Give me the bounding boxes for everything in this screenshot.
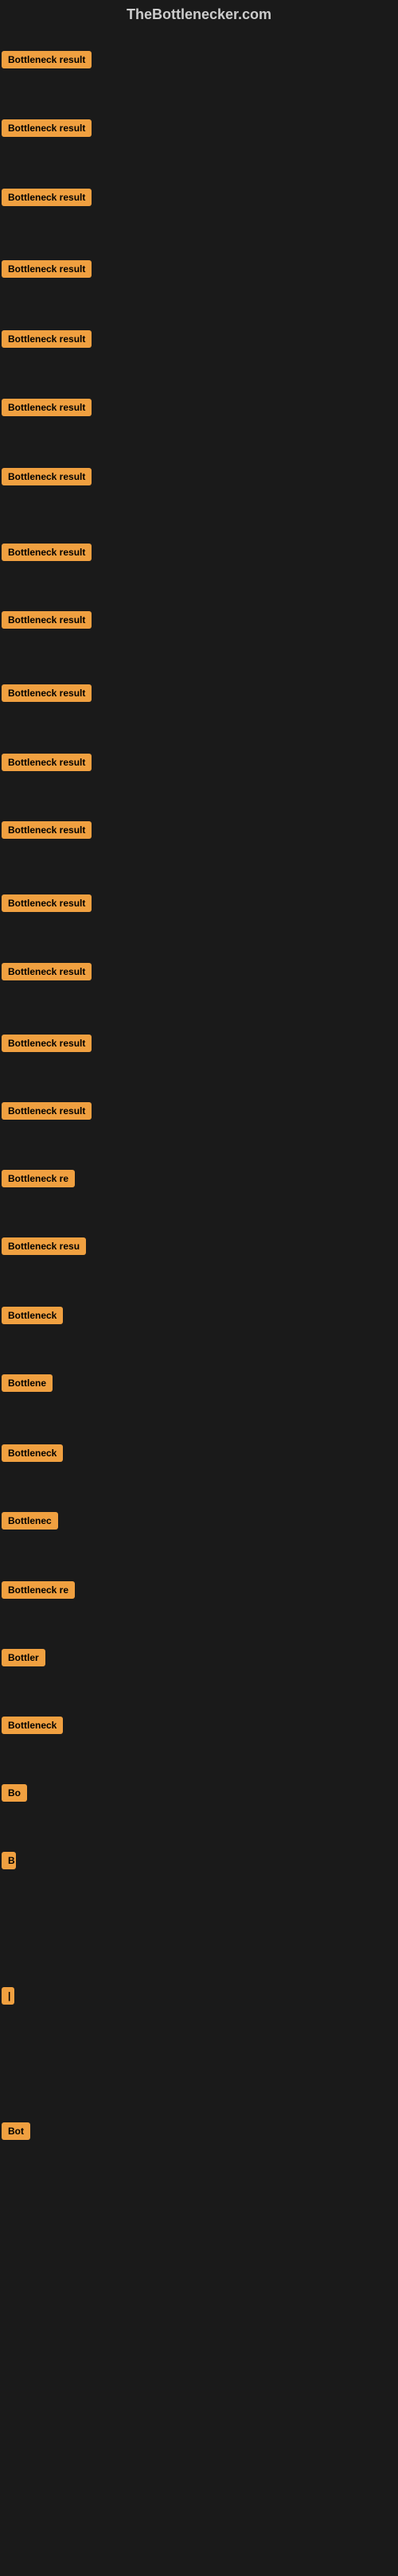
bottleneck-badge: Bottleneck re [2,1581,75,1599]
bottleneck-item-18: Bottleneck resu [2,1237,86,1259]
bottleneck-badge: Bottleneck result [2,821,92,839]
bottleneck-badge: Bottleneck result [2,189,92,206]
bottleneck-badge: Bot [2,2122,30,2140]
bottleneck-item-15: Bottleneck result [2,1035,92,1056]
bottleneck-item-11: Bottleneck result [2,754,92,775]
bottleneck-item-14: Bottleneck result [2,963,92,984]
bottleneck-badge: Bottleneck result [2,611,92,629]
bottleneck-item-28: | [2,1987,14,2009]
bottleneck-item-24: Bottler [2,1649,45,1670]
bottleneck-item-17: Bottleneck re [2,1170,75,1191]
bottleneck-item-25: Bottleneck [2,1717,63,1738]
bottleneck-badge: Bottleneck result [2,330,92,348]
bottleneck-badge: Bottler [2,1649,45,1666]
bottleneck-badge: Bottleneck result [2,684,92,702]
bottleneck-badge: Bottleneck result [2,544,92,561]
bottleneck-badge: Bottleneck result [2,1035,92,1052]
bottleneck-badge: Bo [2,1784,27,1802]
bottleneck-item-8: Bottleneck result [2,544,92,565]
bottleneck-badge: Bottleneck [2,1444,63,1462]
bottleneck-badge: Bottleneck result [2,754,92,771]
bottleneck-badge: Bottleneck result [2,468,92,485]
bottleneck-item-1: Bottleneck result [2,51,92,72]
bottleneck-badge: Bottleneck result [2,260,92,278]
bottleneck-item-3: Bottleneck result [2,189,92,210]
bottleneck-item-29: Bot [2,2122,30,2144]
bottleneck-badge: | [2,1987,14,2005]
bottleneck-item-27: B [2,1852,16,1873]
bottleneck-badge: Bottleneck [2,1717,63,1734]
bottleneck-badge: Bottleneck result [2,1102,92,1120]
bottleneck-item-26: Bo [2,1784,27,1806]
site-title: TheBottlenecker.com [0,0,398,29]
bottleneck-badge: B [2,1852,16,1869]
bottleneck-item-13: Bottleneck result [2,894,92,916]
bottleneck-item-23: Bottleneck re [2,1581,75,1603]
bottleneck-badge: Bottleneck [2,1307,63,1324]
bottleneck-item-4: Bottleneck result [2,260,92,282]
bottleneck-badge: Bottleneck result [2,119,92,137]
bottleneck-item-10: Bottleneck result [2,684,92,706]
bottleneck-item-9: Bottleneck result [2,611,92,633]
bottleneck-item-5: Bottleneck result [2,330,92,352]
bottleneck-item-21: Bottleneck [2,1444,63,1466]
bottleneck-badge: Bottleneck result [2,963,92,980]
bottleneck-badge: Bottleneck re [2,1170,75,1187]
bottleneck-badge: Bottlenec [2,1512,58,1530]
bottleneck-item-16: Bottleneck result [2,1102,92,1124]
bottleneck-item-20: Bottlene [2,1374,53,1396]
bottleneck-badge: Bottleneck result [2,51,92,68]
bottleneck-badge: Bottleneck resu [2,1237,86,1255]
bottleneck-item-7: Bottleneck result [2,468,92,489]
bottleneck-item-6: Bottleneck result [2,399,92,420]
bottleneck-badge: Bottlene [2,1374,53,1392]
bottleneck-item-22: Bottlenec [2,1512,58,1534]
bottleneck-badge: Bottleneck result [2,894,92,912]
bottleneck-badge: Bottleneck result [2,399,92,416]
bottleneck-item-2: Bottleneck result [2,119,92,141]
bottleneck-item-19: Bottleneck [2,1307,63,1328]
bottleneck-item-12: Bottleneck result [2,821,92,843]
